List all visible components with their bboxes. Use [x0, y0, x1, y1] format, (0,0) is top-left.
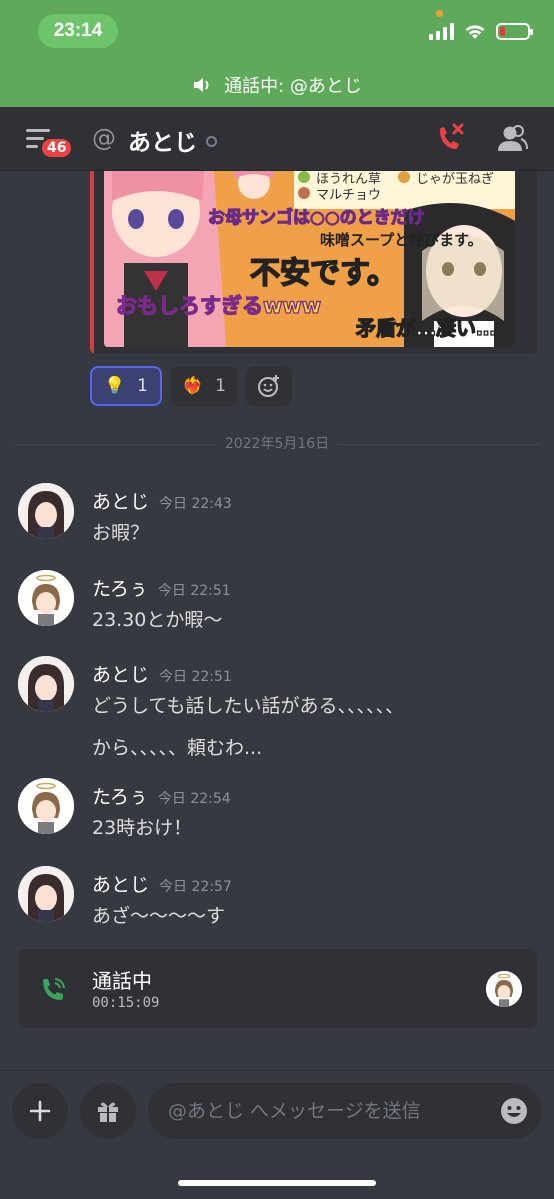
avatar[interactable] [18, 656, 74, 712]
username[interactable]: あとじ [92, 487, 149, 514]
message-header: たろぅ 今日 22:51 [92, 574, 231, 601]
speaker-icon [194, 78, 209, 92]
avatar[interactable] [18, 866, 74, 922]
gift-button[interactable] [80, 1083, 136, 1139]
username[interactable]: あとじ [92, 660, 149, 687]
lightbulb-icon: 💡 [104, 376, 126, 396]
offline-status-icon [206, 136, 217, 147]
channel-name[interactable]: あとじ [128, 123, 197, 157]
username[interactable]: たろぅ [92, 782, 148, 809]
at-icon: @ [92, 124, 116, 152]
privacy-indicator-dot [436, 10, 443, 17]
phone-call-icon [43, 978, 65, 1000]
date-divider: 2022年5月16日 [14, 433, 540, 453]
call-banner[interactable]: 通話中: @あとじ [0, 72, 554, 98]
wifi-icon [465, 24, 485, 39]
hangup-call-button[interactable] [432, 121, 468, 157]
message-line: 23時おけ！ [92, 817, 193, 839]
embed-accent-bar [90, 171, 94, 354]
timestamp: 今日 22:43 [159, 496, 232, 512]
unread-badge: 46 [40, 137, 74, 159]
call-status-bar[interactable]: 23:14 通話中: @あとじ [0, 0, 554, 107]
image-text-vegetable-2: じゃが玉ねぎ [416, 172, 494, 187]
message-header: あとじ 今日 22:43 [92, 487, 232, 514]
members-icon[interactable] [495, 121, 529, 157]
image-text-vegetable-1: ほうれん草 [316, 172, 381, 187]
message-line: 23.30とか暇〜 [92, 609, 223, 631]
reaction-heart-fire[interactable]: ❤️‍🔥 1 [170, 366, 238, 406]
menu-line-icon [26, 145, 38, 148]
call-banner-text: 通話中: @あとじ [224, 76, 362, 97]
channel-header: 46 @ あとじ [0, 107, 554, 171]
call-duration: 00:15:09 [92, 995, 160, 1011]
timestamp: 今日 22:54 [157, 791, 231, 807]
call-participant-avatar[interactable] [486, 971, 522, 1007]
avatar[interactable] [18, 570, 74, 626]
timestamp: 今日 22:51 [159, 669, 232, 685]
menu-line-icon [26, 137, 44, 140]
home-indicator[interactable] [178, 1180, 376, 1186]
avatar[interactable] [18, 778, 74, 834]
image-caption-1: お母サンゴは○○のときだけ [208, 207, 425, 228]
username[interactable]: あとじ [92, 870, 149, 897]
plus-icon [29, 1100, 51, 1122]
ongoing-call-card[interactable]: 通話中 00:15:09 [18, 949, 537, 1028]
cellular-signal-icon [429, 22, 454, 40]
message-text: あざ〜〜〜〜す [92, 898, 532, 934]
message-text: 23時おけ！ [92, 810, 532, 846]
message-text: 23.30とか暇〜 [92, 602, 532, 638]
message-line: から、、、、、頼むわ... [92, 737, 263, 759]
gift-icon [98, 1102, 118, 1122]
message-input[interactable] [168, 1083, 488, 1139]
message-text: どうしても話したい話がある、、、、、、 から、、、、、頼むわ... [92, 688, 532, 766]
battery-icon [496, 22, 533, 40]
add-reaction-button[interactable] [246, 366, 292, 406]
message-header: あとじ 今日 22:51 [92, 660, 232, 687]
image-caption-2: 味噌スープと呼びます。 [320, 231, 483, 249]
message-line: あざ〜〜〜〜す [92, 905, 226, 927]
heart-fire-icon: ❤️‍🔥 [182, 376, 204, 396]
menu-line-icon [26, 129, 50, 132]
message-text: お暇？ [92, 515, 532, 551]
message-line: どうしても話したい話がある、、、、、、 [92, 695, 404, 717]
reaction-count: 1 [215, 376, 226, 396]
add-attachment-button[interactable] [12, 1083, 68, 1139]
image-embed[interactable]: ほうれん草 じゃが玉ねぎ マルチョウ お母サンゴは○○のときだけ 味噌スープと呼… [90, 171, 537, 354]
reaction-bar: 💡 1 ❤️‍🔥 1 [90, 366, 292, 406]
image-text-food: マルチョウ [316, 188, 381, 203]
message-header: あとじ 今日 22:57 [92, 870, 232, 897]
reaction-lightbulb[interactable]: 💡 1 [90, 366, 162, 406]
embedded-thumbnail[interactable]: ほうれん草 じゃが玉ねぎ マルチョウ お母サンゴは○○のときだけ 味噌スープと呼… [104, 171, 515, 347]
menu-button[interactable]: 46 [26, 125, 74, 161]
status-icons [429, 22, 533, 40]
image-caption-5: 矛盾が…凄い… [356, 316, 496, 340]
message-input-wrapper [148, 1083, 542, 1139]
date-divider-label: 2022年5月16日 [216, 433, 338, 453]
image-caption-4: おもしろすぎるwww [116, 294, 321, 318]
status-time: 23:14 [38, 14, 118, 48]
username[interactable]: たろぅ [92, 574, 148, 601]
image-caption-3: 不安です。 [250, 256, 397, 291]
timestamp: 今日 22:57 [159, 879, 232, 895]
reaction-count: 1 [137, 376, 148, 396]
message-composer [0, 1070, 554, 1199]
avatar[interactable] [18, 483, 74, 539]
timestamp: 今日 22:51 [157, 583, 231, 599]
emoji-icon[interactable] [500, 1097, 528, 1125]
message-header: たろぅ 今日 22:54 [92, 782, 231, 809]
message-line: お暇？ [92, 522, 150, 544]
add-reaction-icon [258, 375, 279, 397]
call-title: 通話中 [92, 969, 152, 993]
